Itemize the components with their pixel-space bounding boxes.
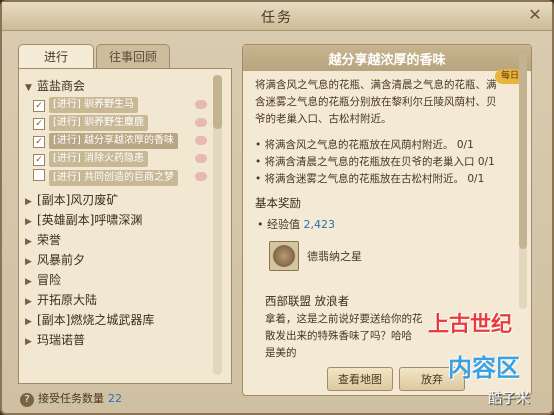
accepted-count-value: 22 (108, 392, 122, 405)
category-label: [副本]风刃废矿 (37, 193, 119, 207)
category-label: 风暴前夕 (37, 253, 86, 267)
category-label: 冒险 (37, 273, 62, 287)
category-row[interactable]: ▶ [英雄副本]呼啸深渊 (25, 211, 142, 229)
chat-bubble-icon (195, 154, 207, 163)
chat-bubble-icon (195, 136, 207, 145)
category-row[interactable]: ▶ [副本]燃烧之城武器库 (25, 311, 154, 329)
category-row[interactable]: ▶ 冒险 (25, 271, 61, 289)
quest-label: [进行] 越分享越浓厚的香味 (49, 133, 178, 149)
chevron-right-icon: ▶ (25, 297, 32, 307)
category-row[interactable]: ▶ 开拓原大陆 (25, 291, 97, 309)
quest-list-scrollbar[interactable] (213, 75, 222, 375)
category-row[interactable]: ▶ [副本]风刃废矿 (25, 191, 118, 209)
quest-title: 越分享越浓厚的香味 (328, 53, 446, 68)
help-icon[interactable]: ? (20, 393, 34, 407)
chevron-down-icon: ▼ (25, 83, 32, 93)
scrollbar-thumb[interactable] (213, 75, 222, 129)
category-label: 玛瑞诺普 (37, 333, 86, 347)
track-checkbox[interactable] (33, 169, 45, 181)
quest-item[interactable]: ✓ [进行] 驯养野生麋鹿 (33, 115, 209, 131)
chevron-right-icon: ▶ (25, 197, 32, 207)
watermark-line: 内容区 (448, 354, 520, 382)
track-checkbox[interactable]: ✓ (33, 118, 45, 130)
category-label: [副本]燃烧之城武器库 (37, 313, 155, 327)
quest-label: [进行] 驯养野生麋鹿 (49, 115, 148, 131)
exp-reward: • 经验值 2,423 (257, 216, 335, 232)
chat-bubble-icon (195, 100, 207, 109)
accepted-count: ? 接受任务数量 22 (20, 390, 122, 407)
quest-item-selected[interactable]: ✓ [进行] 越分享越浓厚的香味 (33, 133, 209, 149)
category-label: 开拓原大陆 (37, 293, 98, 307)
description-line: 含迷雾之气息的花瓶分别放在黎利尔丘陵风荫村、贝 (255, 96, 497, 108)
rewards-header: 基本奖励 (255, 196, 301, 210)
chat-bubble-icon (195, 118, 207, 127)
quest-list-panel: ▼ 蓝盐商会 ✓ [进行] 驯养野生马 ✓ [进行] 驯养野生麋鹿 ✓ [进行] 越分享… (18, 68, 232, 384)
objective-item: • 将满含清晨之气息的花瓶放在贝爷的老巢入口 0/1 (255, 156, 495, 168)
chevron-right-icon: ▶ (25, 237, 32, 247)
objective-item: • 将满含风之气息的花瓶放在风荫村附近。 0/1 (255, 139, 474, 151)
quest-label: [进行] 消除火药隐患 (49, 151, 148, 167)
chevron-right-icon: ▶ (25, 337, 32, 347)
quest-item[interactable]: [进行] 共同创造的巨商之梦 (33, 169, 209, 186)
window-title: 任务 (261, 10, 293, 26)
category-label: [英雄副本]呼啸深渊 (37, 213, 143, 227)
category-row[interactable]: ▶ 风暴前夕 (25, 251, 85, 269)
watermark-line: 酷子米 (488, 391, 530, 407)
reward-item-slot[interactable] (269, 241, 299, 271)
accepted-count-label: 接受任务数量 (38, 392, 104, 405)
watermark-line: 上古世纪 (428, 312, 512, 336)
quest-label: [进行] 驯养野生马 (49, 97, 138, 113)
quest-item[interactable]: ✓ [进行] 消除火药隐患 (33, 151, 209, 167)
view-map-button[interactable]: 查看地图 (327, 367, 393, 391)
scrollbar-thumb[interactable] (519, 53, 527, 249)
close-icon[interactable]: ✕ (526, 6, 544, 24)
description-line: 爷的老巢入口、古松村附近。 (255, 113, 392, 125)
title-bar[interactable]: 任务 ✕ (2, 2, 552, 31)
track-checkbox[interactable]: ✓ (33, 100, 45, 112)
quest-title-bar: 越分享越浓厚的香味 (243, 45, 531, 71)
chat-bubble-icon (195, 172, 207, 181)
category-label: 荣誉 (37, 233, 62, 247)
detail-scrollbar[interactable] (519, 53, 527, 309)
quest-item[interactable]: ✓ [进行] 驯养野生马 (33, 97, 209, 113)
description-line: 将满含风之气息的花瓶、满含清晨之气息的花瓶、满 (255, 79, 497, 91)
category-row[interactable]: ▶ 荣誉 (25, 231, 61, 249)
tab-history[interactable]: 往事回顾 (96, 44, 170, 68)
exp-label: • 经验值 (257, 218, 300, 231)
track-checkbox[interactable]: ✓ (33, 136, 45, 148)
chevron-right-icon: ▶ (25, 257, 32, 267)
objective-item: • 将满含迷雾之气息的花瓶放在古松村附近。 0/1 (255, 173, 485, 185)
star-coin-icon (273, 245, 295, 267)
npc-name: 西部联盟 放浪者 (265, 294, 350, 308)
chevron-right-icon: ▶ (25, 277, 32, 287)
category-row[interactable]: ▶ 玛瑞诺普 (25, 331, 85, 349)
quest-window: 任务 ✕ 进行 往事回顾 ▼ 蓝盐商会 ✓ [进行] 驯养野生马 ✓ [进行] 驯养野… (0, 0, 554, 415)
category-row[interactable]: ▼ 蓝盐商会 (25, 77, 85, 95)
chevron-right-icon: ▶ (25, 317, 32, 327)
chevron-right-icon: ▶ (25, 217, 32, 227)
category-label: 蓝盐商会 (37, 79, 86, 93)
site-watermark: 上古世纪 内容区 酷子米 (426, 308, 552, 412)
exp-value: 2,423 (303, 218, 336, 231)
reward-item-name: 德翡纳之星 (307, 250, 362, 263)
quest-label: [进行] 共同创造的巨商之梦 (49, 170, 178, 186)
tab-in-progress[interactable]: 进行 (18, 44, 94, 68)
track-checkbox[interactable]: ✓ (33, 154, 45, 166)
